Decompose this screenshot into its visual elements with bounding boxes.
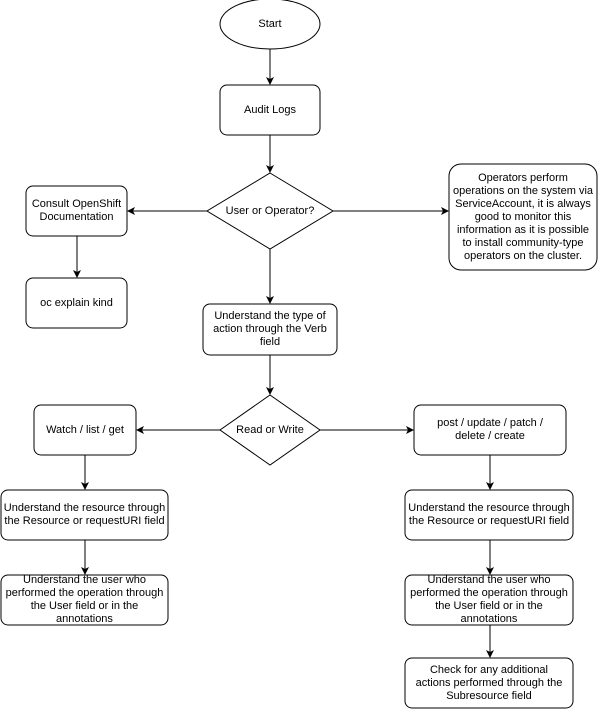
node-read-verbs-label: Watch / list / get xyxy=(46,423,124,436)
node-verb-field-label: Understand the type of action through th… xyxy=(213,310,327,348)
node-consult-docs-label: Consult OpenShift Documentation xyxy=(31,198,122,223)
node-subresource-label: Check for any additional actions perform… xyxy=(415,663,563,702)
node-start-label: Start xyxy=(258,18,282,30)
node-read-or-write-label: Read or Write xyxy=(236,423,304,436)
node-write-verbs-label: post / update / patch / delete / create xyxy=(437,417,543,442)
node-user-or-operator-label: User or Operator? xyxy=(225,204,315,217)
node-write-resource-label: Understand the resource through the Reso… xyxy=(408,502,570,527)
node-write-user-label: Understand the user who performed the op… xyxy=(410,574,568,625)
node-read-resource-label: Understand the resource through the Reso… xyxy=(3,502,166,527)
flowchart-canvas: Start Audit Logs User or Operator? Consu… xyxy=(0,0,600,710)
node-read-user-label: Understand the user who performed the op… xyxy=(5,574,164,625)
node-oc-explain-label: oc explain kind xyxy=(40,296,113,309)
node-operators-note-label: Operators perform operations on the syst… xyxy=(452,171,594,262)
node-audit-logs-label: Audit Logs xyxy=(244,103,296,116)
